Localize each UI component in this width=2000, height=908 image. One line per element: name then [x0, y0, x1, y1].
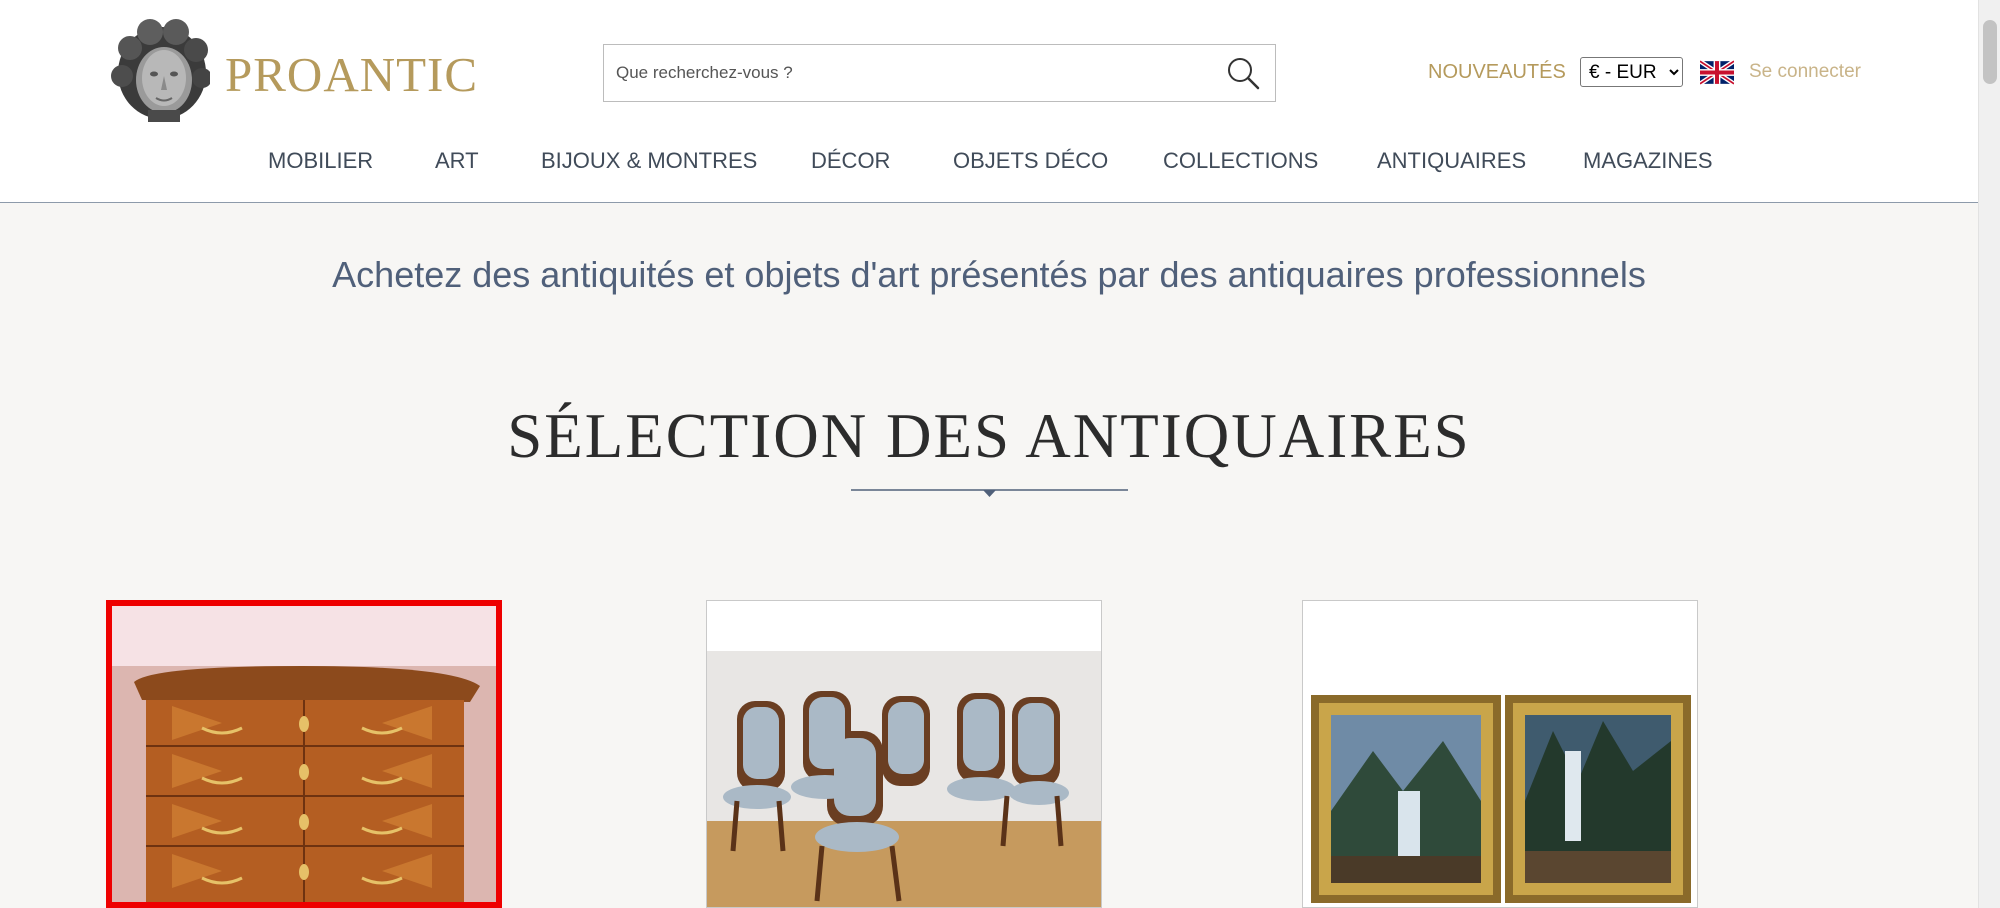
page-scrollbar[interactable] [1978, 0, 2000, 908]
scrollbar-thumb[interactable] [1983, 20, 1997, 84]
search-box [603, 44, 1276, 102]
nouveautes-link[interactable]: NOUVEAUTÉS [1428, 61, 1566, 84]
nav-item-art[interactable]: ART [435, 148, 479, 174]
main-nav: MOBILIER ART BIJOUX & MONTRES DÉCOR OBJE… [0, 148, 1978, 178]
nav-item-objets-deco[interactable]: OBJETS DÉCO [953, 148, 1108, 174]
product-card-paintings[interactable] [1302, 600, 1698, 908]
search-icon[interactable] [1225, 55, 1261, 91]
search-input[interactable] [604, 45, 1204, 101]
title-divider [851, 489, 1128, 497]
chairs-image[interactable] [707, 601, 1101, 907]
logo-sculpture-icon[interactable] [110, 18, 210, 123]
section-title: SÉLECTION DES ANTIQUAIRES [507, 401, 1471, 471]
product-card-chairs[interactable] [706, 600, 1102, 908]
brand-name[interactable]: PROANTIC [225, 46, 478, 103]
nav-item-bijoux-montres[interactable]: BIJOUX & MONTRES [541, 148, 757, 174]
login-link[interactable]: Se connecter [1749, 61, 1861, 83]
page-tagline: Achetez des antiquités et objets d'art p… [332, 254, 1646, 295]
nav-item-antiquaires[interactable]: ANTIQUAIRES [1377, 148, 1526, 174]
nav-item-collections[interactable]: COLLECTIONS [1163, 148, 1318, 174]
uk-flag-icon[interactable] [1700, 60, 1734, 85]
paintings-image[interactable] [1303, 601, 1697, 907]
site-header: PROANTIC NOUVEAUTÉS € - EUR Se connecter… [0, 0, 1978, 203]
commode-image[interactable] [112, 606, 496, 908]
product-card-commode[interactable] [106, 600, 502, 908]
nav-item-mobilier[interactable]: MOBILIER [268, 148, 373, 174]
nav-item-magazines[interactable]: MAGAZINES [1583, 148, 1713, 174]
currency-select[interactable]: € - EUR [1580, 57, 1683, 87]
nav-item-decor[interactable]: DÉCOR [811, 148, 890, 174]
